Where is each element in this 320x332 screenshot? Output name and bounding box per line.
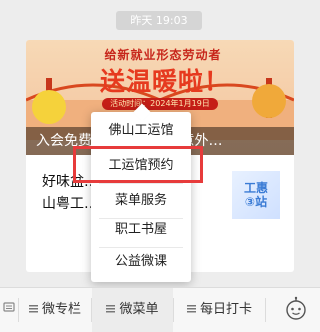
submenu-item-foshan-workers-hall[interactable]: 佛山工运馆 bbox=[91, 114, 191, 148]
menu-tab-label: 微专栏 bbox=[41, 302, 81, 317]
menu-tab-column[interactable]: 微专栏 bbox=[19, 288, 91, 332]
tab-divider bbox=[265, 298, 266, 322]
menu-tab-micro-menu[interactable]: 微菜单 bbox=[92, 288, 173, 332]
submenu-item-workers-library[interactable]: 职工书屋 bbox=[91, 213, 191, 247]
article-thumbnail: 工惠 ③站 bbox=[232, 171, 280, 219]
highlight-box bbox=[73, 146, 203, 183]
keyboard-toggle-icon[interactable] bbox=[0, 288, 18, 332]
submenu-popup: 佛山工运馆 工运馆预约 菜单服务 职工书屋 公益微课 bbox=[91, 103, 191, 282]
submenu-item-public-course[interactable]: 公益微课 bbox=[91, 245, 191, 279]
menu-lines-icon bbox=[106, 304, 116, 313]
menu-tab-label: 微菜单 bbox=[119, 302, 159, 317]
thumbnail-text: 工惠 ③站 bbox=[243, 181, 268, 209]
chat-timestamp: 昨天 19:03 bbox=[116, 11, 202, 30]
menu-lines-icon bbox=[186, 304, 196, 313]
bottom-menu-bar: 微专栏 微菜单 每日打卡 bbox=[0, 287, 320, 332]
mascot-left-icon bbox=[32, 90, 66, 124]
menu-lines-icon bbox=[28, 304, 38, 313]
menu-tab-daily-checkin[interactable]: 每日打卡 bbox=[174, 288, 265, 332]
menu-tab-label: 每日打卡 bbox=[199, 302, 252, 317]
mascot-right-icon bbox=[252, 84, 286, 118]
robot-icon[interactable] bbox=[283, 296, 309, 322]
banner-date-text: 活动时间：2024年1月19日 bbox=[102, 98, 218, 110]
banner-main-text: 送温暖啦！ bbox=[99, 68, 230, 96]
